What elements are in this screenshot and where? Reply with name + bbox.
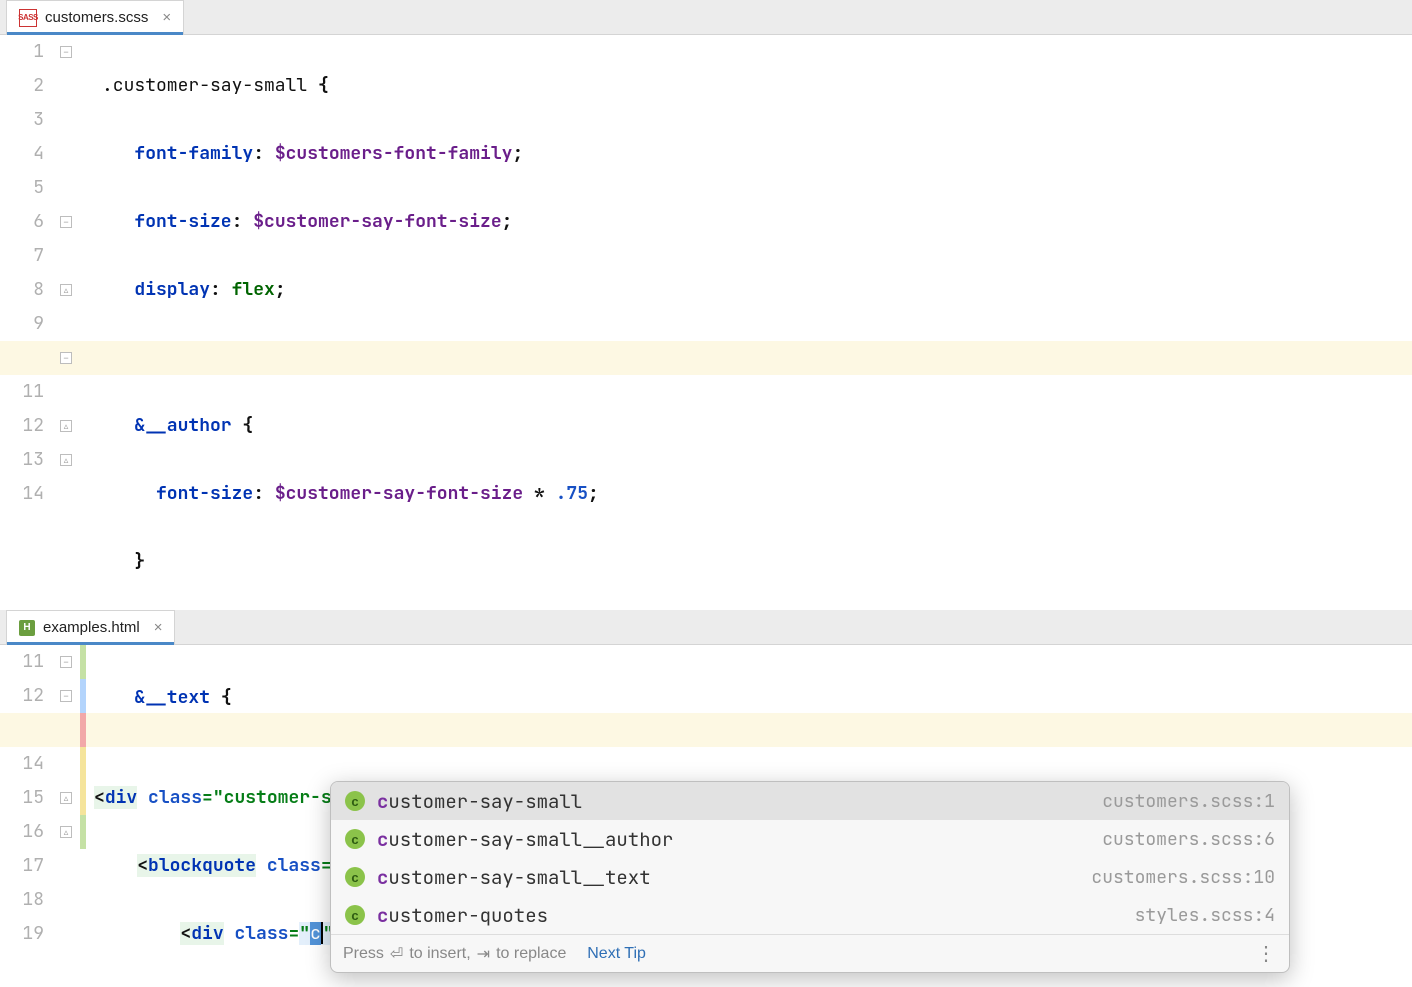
tab-label: examples.html [43,619,140,636]
class-badge-icon: c [345,829,365,849]
completion-footer: Press ⏎ to insert, ⇥ to replace Next Tip… [331,934,1289,972]
completion-label: ustomer-quotes [388,903,548,928]
html-file-icon: H [19,620,35,636]
completion-item[interactable]: c customer-say-small__text customers.scs… [331,858,1289,896]
bottom-tabbar: H examples.html × [0,610,1412,645]
fold-close-icon[interactable]: ▵ [60,284,72,296]
fold-gutter: − − ▵ ▵ [58,645,80,987]
footer-hint: to replace [496,945,566,963]
class-badge-icon: c [345,791,365,811]
vcs-change-markers [80,645,88,987]
fold-toggle-icon[interactable]: − [60,216,72,228]
fold-close-icon[interactable]: ▵ [60,826,72,838]
completion-label: ustomer-say-small__author [388,827,673,852]
fold-close-icon[interactable]: ▵ [60,454,72,466]
completion-item[interactable]: c customer-say-small customers.scss:1 [331,782,1289,820]
completion-item[interactable]: c customer-quotes styles.scss:4 [331,896,1289,934]
fold-toggle-icon[interactable]: − [60,46,72,58]
completion-source: customers.scss:10 [1091,866,1275,889]
completion-source: customers.scss:1 [1102,790,1275,813]
footer-hint: to insert, [409,945,470,963]
fold-close-icon[interactable]: ▵ [60,792,72,804]
bottom-line-gutter: 1112 1314 1516 1718 19 [0,645,58,987]
tab-key-icon: ⇥ [477,944,490,964]
fold-close-icon[interactable]: ▵ [60,420,72,432]
fold-toggle-icon[interactable]: − [60,690,72,702]
sass-file-icon: SASS [19,9,37,27]
close-tab-icon[interactable]: × [154,619,163,636]
footer-hint: Press [343,945,384,963]
completion-source: styles.scss:4 [1135,904,1275,927]
more-options-icon[interactable]: ⋮ [1256,941,1277,966]
completion-label: ustomer-say-small__text [388,865,650,890]
completion-label: ustomer-say-small [388,789,582,814]
tab-label: customers.scss [45,9,148,26]
enter-key-icon: ⏎ [390,944,403,964]
selector: .customer-say-small [102,74,307,97]
close-tab-icon[interactable]: × [162,9,171,26]
typed-text: c [310,922,321,945]
class-badge-icon: c [345,905,365,925]
completion-source: customers.scss:6 [1102,828,1275,851]
fold-toggle-icon[interactable]: − [60,656,72,668]
class-badge-icon: c [345,867,365,887]
top-tabbar: SASS customers.scss × [0,0,1412,35]
next-tip-link[interactable]: Next Tip [587,945,646,963]
fold-toggle-icon[interactable]: − [60,352,72,364]
completion-item[interactable]: c customer-say-small__author customers.s… [331,820,1289,858]
code-completion-popup: c customer-say-small customers.scss:1 c … [330,781,1290,973]
tab-customers-scss[interactable]: SASS customers.scss × [6,0,184,34]
tab-examples-html[interactable]: H examples.html × [6,610,175,644]
